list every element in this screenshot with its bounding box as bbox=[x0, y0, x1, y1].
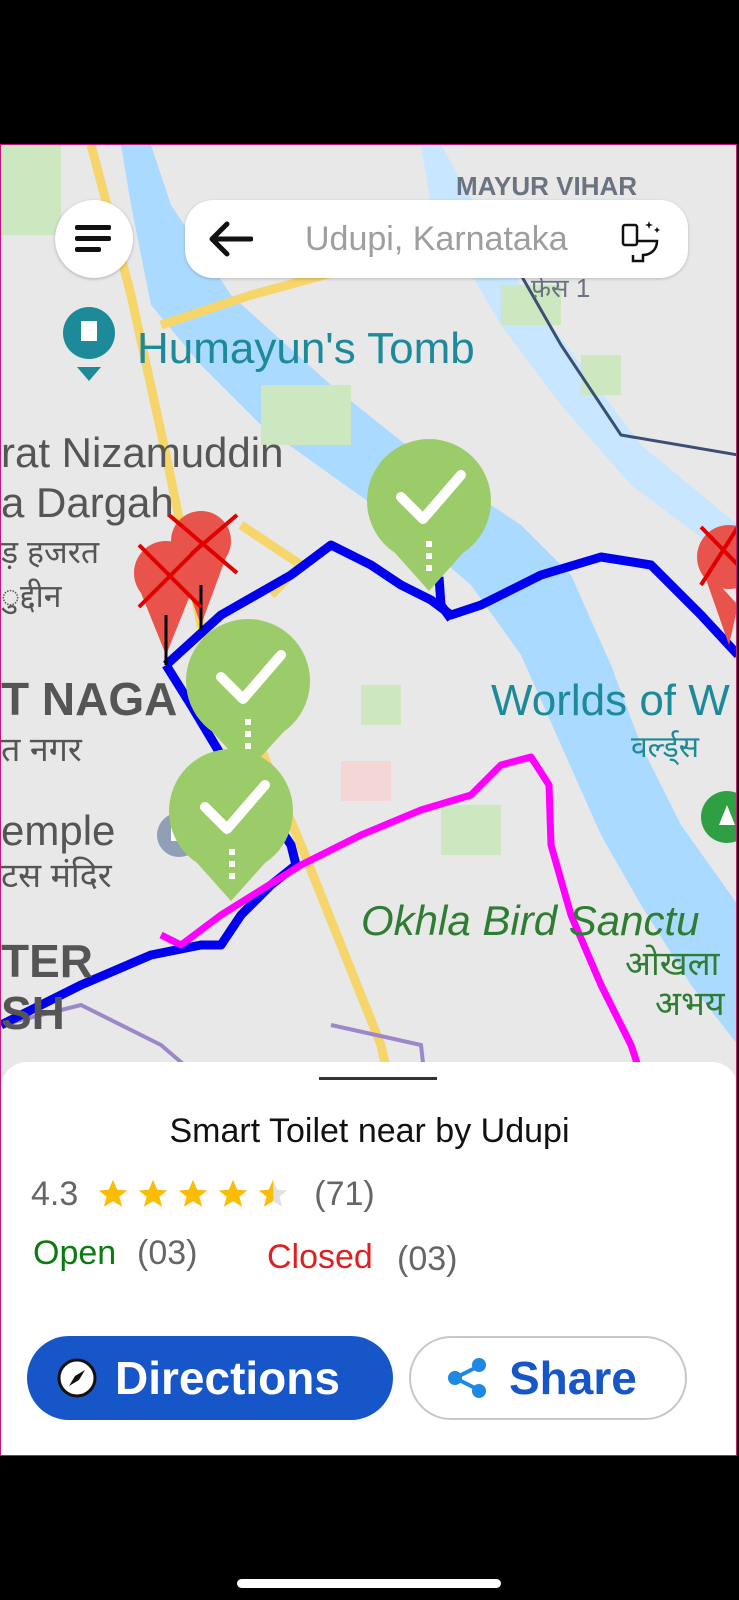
star-full-icon bbox=[179, 1179, 208, 1207]
map-label-sh: SH bbox=[1, 987, 65, 1039]
map-label-nagar-hi: त नगर bbox=[1, 731, 83, 769]
map-label-nizamuddin-hi-2: ुद्दीन bbox=[1, 578, 63, 615]
map-label-ter: TER bbox=[1, 935, 93, 987]
map-label-nizamuddin-2: a Dargah bbox=[1, 479, 174, 526]
share-button[interactable]: Share bbox=[409, 1336, 687, 1420]
map-label-temple-hi: टस मंदिर bbox=[1, 856, 113, 895]
map-label-nizamuddin: rat Nizamuddin bbox=[1, 429, 283, 476]
place-title: Smart Toilet near by Udupi bbox=[169, 1112, 570, 1150]
place-details-sheet[interactable]: Smart Toilet near by Udupi 4.3 (71) Open… bbox=[1, 1062, 736, 1455]
back-button[interactable] bbox=[195, 200, 265, 278]
map-label-worlds-hi: वर्ल्ड्स bbox=[631, 730, 700, 765]
menu-button[interactable] bbox=[55, 200, 133, 278]
map-label-nagar: T NAGA bbox=[1, 673, 177, 725]
search-input[interactable] bbox=[303, 218, 607, 260]
review-count: (71) bbox=[314, 1174, 375, 1213]
map-label-temple: emple bbox=[1, 807, 115, 854]
map-label-okhla-hi: ओखला bbox=[625, 944, 721, 983]
closed-count: (03) bbox=[397, 1240, 458, 1278]
star-full-icon bbox=[139, 1179, 168, 1207]
map-label-okhla-hi-2: अभय bbox=[655, 985, 726, 1023]
rating-row: 4.3 (71) bbox=[31, 1172, 375, 1216]
map-label-humayun: Humayun's Tomb bbox=[137, 324, 475, 373]
map-label-okhla: Okhla Bird Sanctu bbox=[361, 897, 700, 944]
sheet-drag-handle[interactable] bbox=[319, 1077, 437, 1080]
star-half-icon bbox=[259, 1179, 288, 1207]
map-label-worlds: Worlds of W bbox=[491, 676, 730, 725]
status-row: Open (03) Closed (03) bbox=[33, 1234, 733, 1284]
share-label: Share bbox=[509, 1352, 637, 1404]
toilet-icon[interactable] bbox=[617, 215, 665, 263]
map-label-mayur-vihar: MAYUR VIHAR bbox=[456, 171, 637, 201]
open-label: Open bbox=[33, 1234, 117, 1272]
arrow-left-icon bbox=[209, 221, 253, 257]
open-count: (03) bbox=[137, 1234, 198, 1272]
search-bar[interactable] bbox=[185, 200, 688, 278]
star-full-icon bbox=[219, 1179, 248, 1207]
directions-label: Directions bbox=[115, 1352, 340, 1404]
star-rating bbox=[96, 1177, 296, 1211]
map-label-nizamuddin-hi: ड़ हजरत bbox=[1, 534, 100, 570]
home-indicator[interactable] bbox=[237, 1579, 501, 1588]
hamburger-icon bbox=[75, 225, 111, 252]
directions-button[interactable]: Directions bbox=[27, 1336, 393, 1420]
compass-icon bbox=[57, 1358, 97, 1398]
share-icon bbox=[448, 1358, 486, 1398]
rating-value: 4.3 bbox=[31, 1174, 79, 1213]
star-full-icon bbox=[99, 1179, 128, 1207]
closed-label: Closed bbox=[267, 1238, 373, 1276]
app-frame: MAYUR VIHAR फ़ेस 1 Humayun's Tomb rat Ni… bbox=[0, 144, 737, 1456]
